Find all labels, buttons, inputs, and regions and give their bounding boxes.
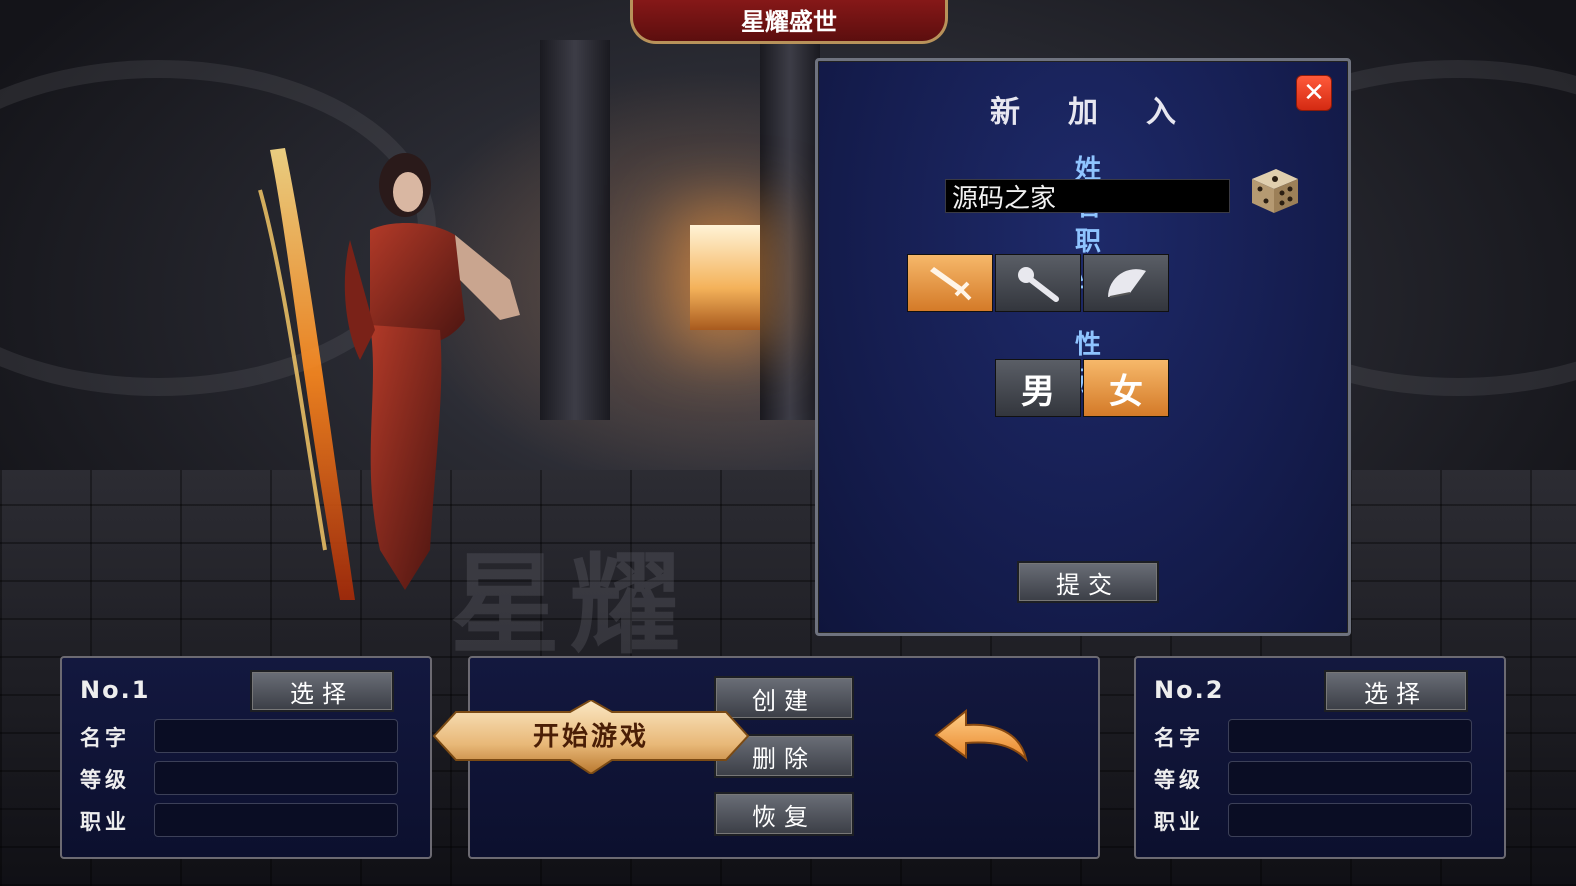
restore-button[interactable]: 恢复 xyxy=(714,792,854,836)
slot-level-label: 等级 xyxy=(1154,768,1204,792)
slot-name-label: 名字 xyxy=(80,726,130,750)
slot-job-label: 职业 xyxy=(1154,810,1204,834)
select-slot-2-button[interactable]: 选择 xyxy=(1324,670,1468,712)
gender-female-button[interactable]: 女 xyxy=(1083,359,1169,417)
fan-icon xyxy=(1108,269,1146,298)
create-character-dialog: 新加入 ✕ 姓名 职业 xyxy=(815,58,1351,636)
back-arrow-icon[interactable] xyxy=(932,705,1032,765)
slot-name-field xyxy=(1228,719,1472,753)
game-title-banner: 星耀盛世 xyxy=(630,0,948,44)
slot-name-label: 名字 xyxy=(1154,726,1204,750)
slot-level-label: 等级 xyxy=(80,768,130,792)
sword-icon xyxy=(930,267,972,301)
staff-icon xyxy=(1018,267,1059,302)
character-portrait xyxy=(258,148,520,600)
character-slot-2: No.2 选择 名字 等级 职业 xyxy=(1134,656,1506,859)
gender-male-button[interactable]: 男 xyxy=(995,359,1081,417)
character-slot-1: No.1 选择 名字 等级 职业 xyxy=(60,656,432,859)
job-taoist-button[interactable] xyxy=(1083,254,1169,312)
dialog-title: 新加入 xyxy=(990,95,1224,130)
slot-level-field xyxy=(1228,761,1472,795)
slot-job-label: 职业 xyxy=(80,810,130,834)
submit-button[interactable]: 提交 xyxy=(1017,561,1159,603)
select-slot-1-button[interactable]: 选择 xyxy=(250,670,394,712)
close-icon[interactable]: ✕ xyxy=(1296,75,1332,111)
job-warrior-button[interactable] xyxy=(907,254,993,312)
slot-job-field xyxy=(1228,803,1472,837)
slot-number: No.1 xyxy=(80,676,151,704)
random-dice-icon[interactable] xyxy=(1246,165,1302,215)
background-pillar xyxy=(760,40,820,420)
character-name-input[interactable] xyxy=(945,179,1230,213)
job-mage-button[interactable] xyxy=(995,254,1081,312)
background-pillar xyxy=(540,40,610,420)
slot-job-field xyxy=(154,803,398,837)
glowing-doorway xyxy=(690,225,760,330)
slot-number: No.2 xyxy=(1154,676,1225,704)
slot-name-field xyxy=(154,719,398,753)
start-game-button[interactable]: 开始游戏 xyxy=(432,700,750,774)
slot-level-field xyxy=(154,761,398,795)
character-select-screen: 星耀 星耀盛世 新加入 ✕ 姓名 xyxy=(0,0,1576,886)
start-game-label: 开始游戏 xyxy=(532,722,649,752)
